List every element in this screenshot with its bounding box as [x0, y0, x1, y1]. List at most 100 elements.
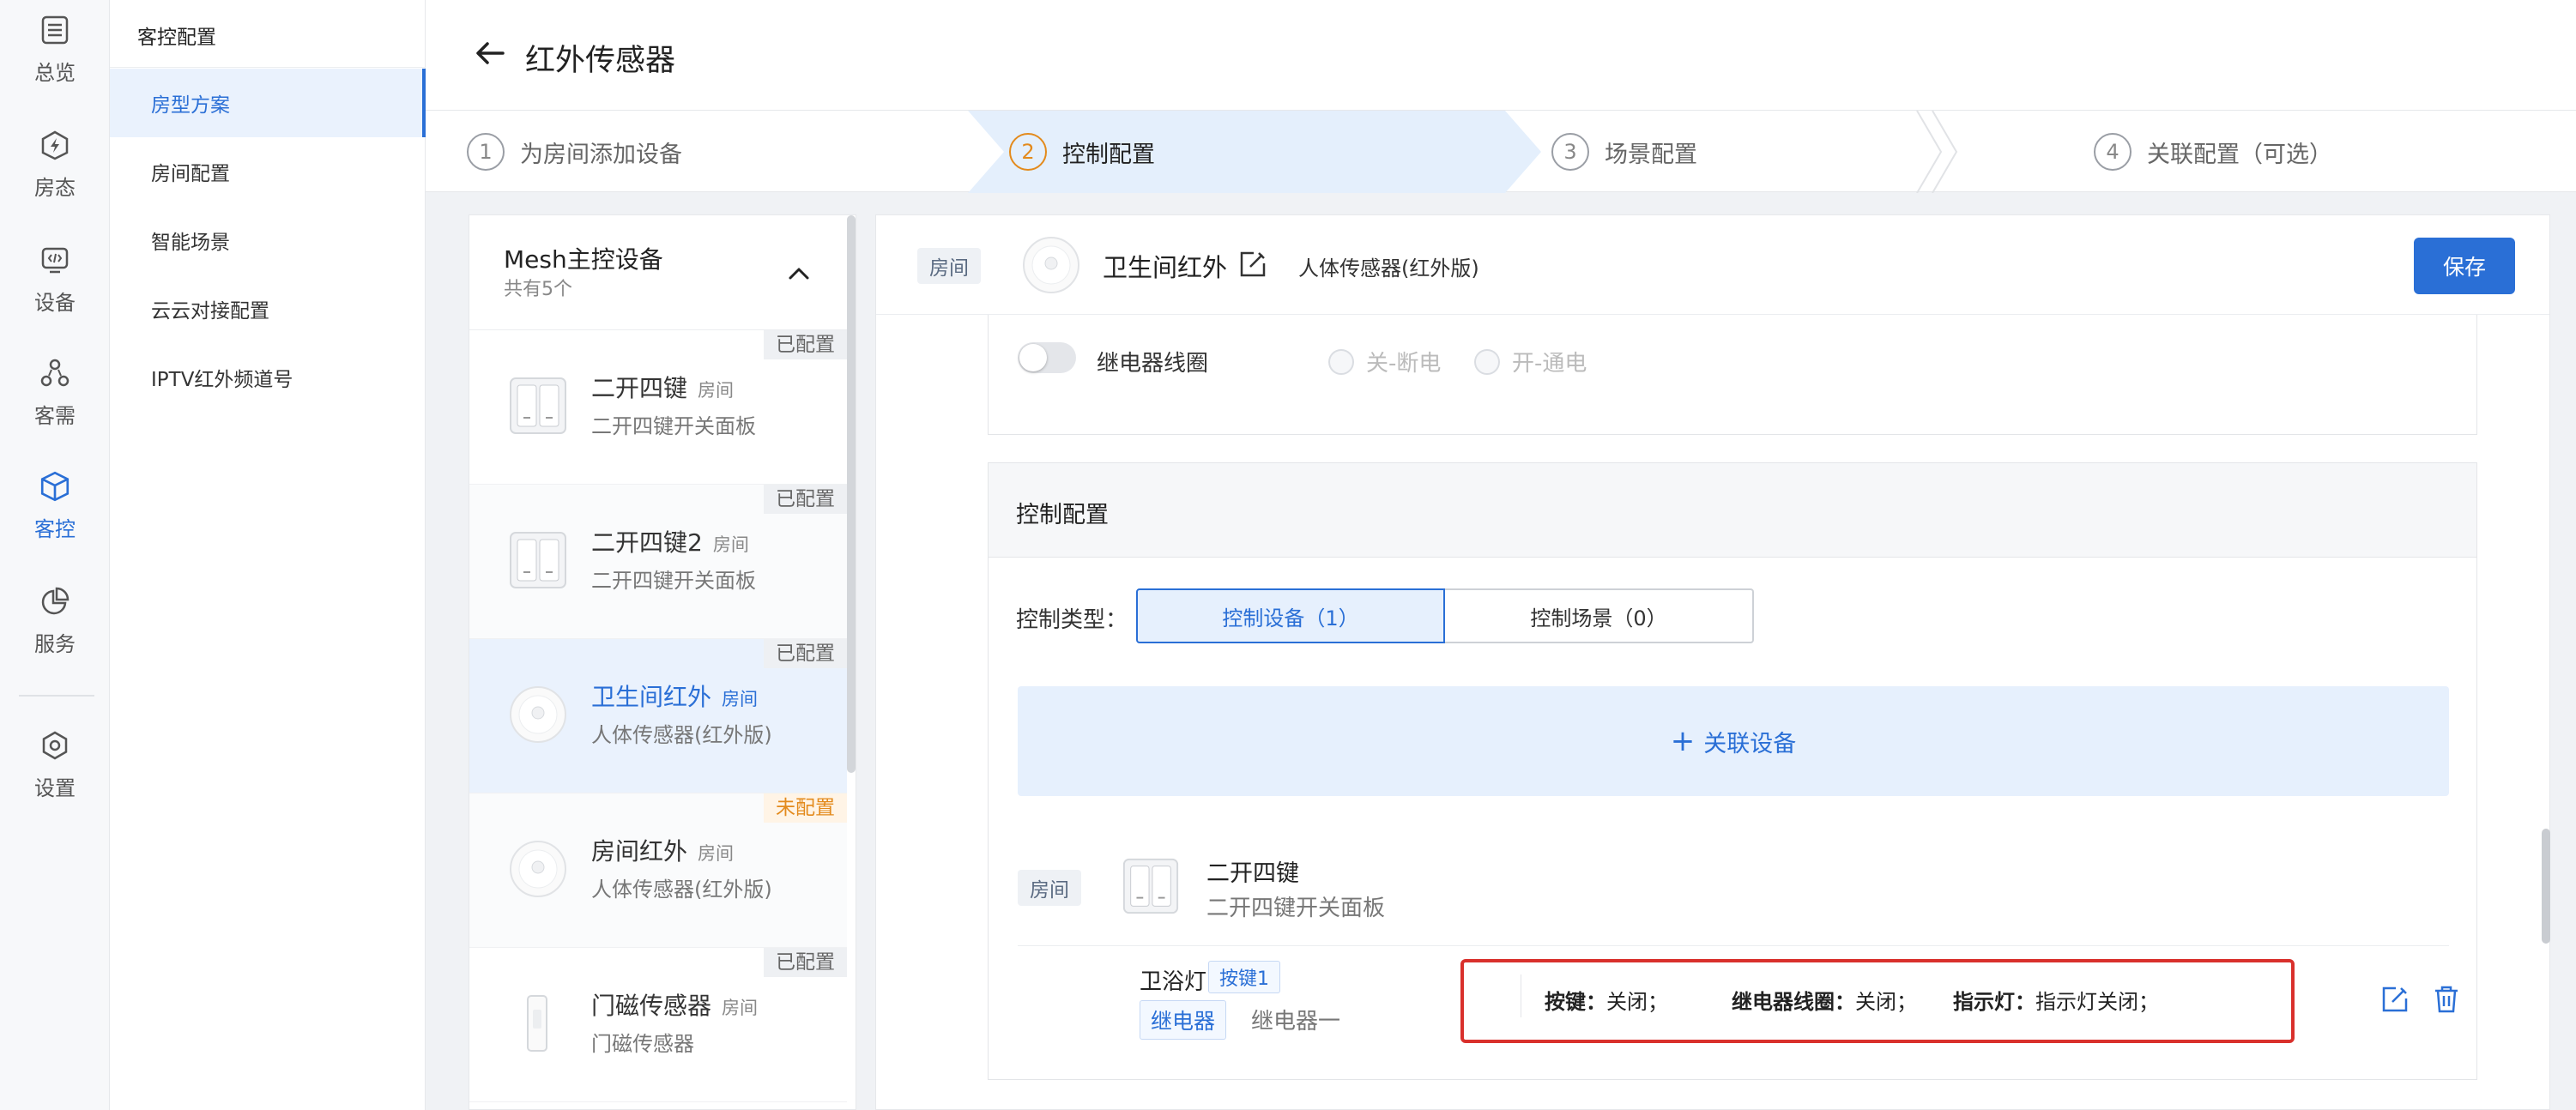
linked-device-name: 二开四键 — [1206, 860, 1299, 887]
config-header: 房间 卫生间红外 人体传感器(红外版) 保存 — [876, 215, 2549, 315]
room-status-icon — [36, 126, 74, 164]
overview-icon — [36, 11, 74, 49]
status-badge: 已配置 — [764, 948, 847, 977]
subnav-item-room-config[interactable]: 房间配置 — [110, 137, 426, 206]
settings-icon — [36, 727, 74, 764]
page-scrollbar[interactable] — [2542, 829, 2550, 944]
rail-item-guest-control[interactable]: 客控 — [0, 456, 110, 552]
rail-label: 总览 — [34, 60, 76, 85]
infrared-sensor-icon — [502, 833, 574, 905]
rail-item-settings[interactable]: 设置 — [0, 715, 110, 811]
guest-control-icon — [36, 468, 74, 505]
step-2[interactable]: 2 控制配置 — [1009, 111, 1155, 193]
device-item[interactable]: 已配置 二开四键 房间 二开四键开关面板 — [469, 330, 847, 485]
button-name: 卫浴灯 — [1140, 969, 1207, 995]
device-name-text: 卫生间红外 — [591, 683, 712, 711]
door-sensor-icon — [502, 987, 574, 1059]
rail-label: 客控 — [34, 516, 76, 541]
switch-panel-icon — [1121, 856, 1181, 916]
step-bar: 1 为房间添加设备 2 控制配置 3 场景配置 4 关联配置（可选） — [426, 110, 2576, 193]
device-item[interactable]: 已配置 门磁传感器 房间 门磁传感器 — [469, 948, 847, 1102]
device-name-text: 房间红外 — [591, 837, 688, 866]
rail-label: 房态 — [34, 175, 76, 200]
room-chip: 房间 — [917, 248, 981, 284]
device-desc: 人体传感器(红外版) — [591, 723, 772, 747]
linked-device-desc: 二开四键开关面板 — [1206, 896, 1386, 921]
tab-control-scenes[interactable]: 控制场景（0） — [1445, 588, 1754, 643]
rail-item-device[interactable]: 设备 — [0, 230, 110, 326]
device-room-tag: 房间 — [698, 380, 735, 401]
divider — [110, 67, 426, 68]
device-name: 卫生间红外 — [1103, 253, 1228, 282]
key-tag: 按键1 — [1208, 961, 1280, 993]
device-name-text: 二开四键 — [591, 374, 688, 402]
subnav-item-cloud-config[interactable]: 云云对接配置 — [110, 274, 426, 343]
radio-dot — [1474, 348, 1500, 375]
device-name-text: 门磁传感器 — [591, 992, 712, 1020]
divider — [1018, 945, 2449, 946]
device-room-tag: 房间 — [712, 534, 749, 555]
radio-label: 开-通电 — [1512, 351, 1587, 377]
device-list-title: Mesh主控设备 — [504, 245, 663, 274]
sub-navigation: 客控配置 房型方案 房间配置 智能场景 云云对接配置 IPTV红外频道号 — [110, 0, 426, 1110]
subnav-item-room-type-plan[interactable]: 房型方案 — [110, 69, 426, 137]
back-arrow-icon[interactable] — [474, 36, 508, 70]
toggle-knob — [1019, 344, 1047, 371]
rail-label: 服务 — [34, 631, 76, 656]
relay-tag: 继电器 — [1140, 1000, 1227, 1040]
control-config-section: 控制配置 控制类型： 控制设备（1） 控制场景（0） + 关联设备 房间 二开四… — [988, 462, 2477, 1080]
relay-name: 继电器一 — [1251, 1009, 1341, 1035]
device-name: 门磁传感器 房间 — [591, 987, 758, 1022]
service-icon — [36, 582, 74, 620]
control-config-header: 控制配置 — [989, 463, 2476, 558]
device-list-scrollbar[interactable] — [847, 215, 856, 773]
room-chip: 房间 — [1018, 870, 1081, 906]
step-3[interactable]: 3 场景配置 — [1551, 111, 1697, 193]
infrared-sensor-icon — [502, 679, 574, 751]
device-name: 二开四键 房间 — [591, 370, 734, 404]
relay-section: 继电器线圈 关-断电 开-通电 — [988, 315, 2477, 435]
rail-label: 设置 — [34, 775, 76, 800]
radio-on[interactable]: 开-通电 — [1474, 346, 1587, 377]
plus-icon: + — [1670, 724, 1696, 758]
status-badge: 未配置 — [764, 793, 847, 823]
status-badge: 已配置 — [764, 330, 847, 359]
step-number: 4 — [2094, 133, 2132, 171]
subnav-item-smart-scene[interactable]: 智能场景 — [110, 206, 426, 274]
edit-icon[interactable] — [2379, 983, 2411, 1016]
add-linked-device-button[interactable]: + 关联设备 — [1018, 686, 2449, 796]
relay-label: 继电器线圈 — [1097, 351, 1209, 377]
step-number: 1 — [467, 133, 505, 171]
device-count: 共有5个 — [504, 279, 572, 300]
relay-toggle[interactable] — [1018, 342, 1076, 373]
radio-off[interactable]: 关-断电 — [1328, 346, 1441, 377]
step-label: 关联配置（可选） — [2147, 141, 2332, 168]
page-title: 红外传感器 — [525, 44, 676, 78]
step-label: 控制配置 — [1062, 141, 1155, 168]
step-4[interactable]: 4 关联配置（可选） — [2094, 111, 2332, 193]
device-name-text: 二开四键2 — [591, 528, 703, 557]
subnav-item-iptv-channel[interactable]: IPTV红外频道号 — [110, 343, 426, 412]
save-button[interactable]: 保存 — [2414, 238, 2515, 294]
rail-item-room-status[interactable]: 房态 — [0, 115, 110, 211]
guest-request-icon — [36, 354, 74, 392]
infrared-sensor-icon — [1020, 234, 1082, 299]
device-list-header[interactable]: Mesh主控设备 共有5个 — [469, 215, 856, 330]
device-room-tag: 房间 — [698, 843, 735, 864]
tab-control-devices[interactable]: 控制设备（1） — [1136, 588, 1445, 643]
rail-item-overview[interactable]: 总览 — [0, 0, 110, 96]
radio-label: 关-断电 — [1366, 351, 1442, 377]
step-1[interactable]: 1 为房间添加设备 — [467, 111, 682, 193]
device-item[interactable]: 已配置 二开四键2 房间 二开四键开关面板 — [469, 485, 847, 639]
device-type: 人体传感器(红外版) — [1298, 256, 1479, 281]
rail-item-service[interactable]: 服务 — [0, 571, 110, 667]
device-item[interactable]: 未配置 房间红外 房间 人体传感器(红外版) — [469, 793, 847, 948]
device-item-selected[interactable]: 已配置 卫生间红外 房间 人体传感器(红外版) — [469, 639, 847, 793]
edit-icon[interactable] — [1237, 248, 1269, 281]
device-icon — [36, 241, 74, 279]
chevron-up-icon[interactable] — [783, 258, 814, 289]
rail-item-guest-request[interactable]: 客需 — [0, 343, 110, 439]
device-room-tag: 房间 — [722, 998, 759, 1018]
switch-panel-icon — [502, 370, 574, 442]
delete-icon[interactable] — [2430, 983, 2463, 1016]
